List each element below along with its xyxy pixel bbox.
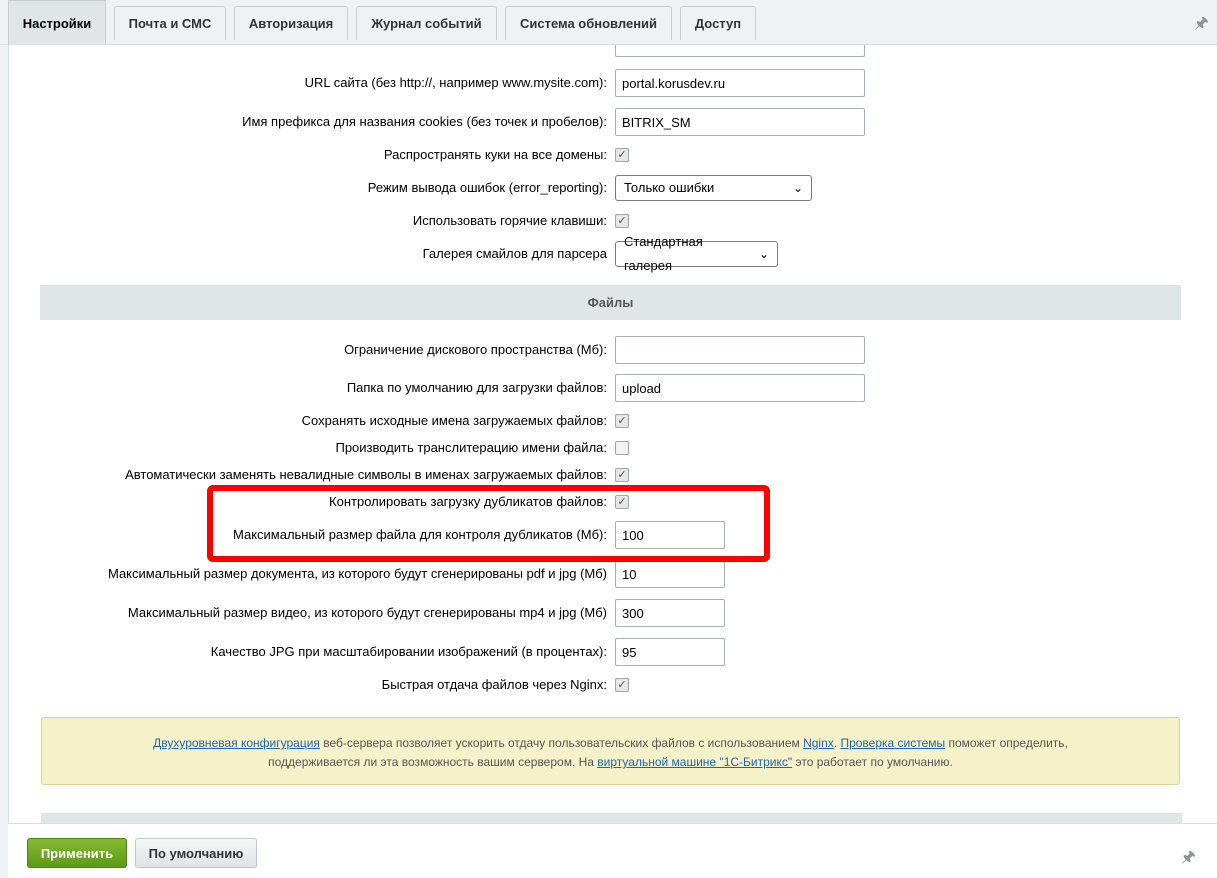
system-check-link[interactable]: Проверка системы bbox=[840, 736, 945, 750]
row-error-reporting: Режим вывода ошибок (error_reporting): Т… bbox=[9, 173, 1217, 203]
apply-button[interactable]: Применить bbox=[27, 838, 127, 868]
checkmark-icon: ✓ bbox=[617, 415, 627, 427]
smiles-gallery-select[interactable]: Стандартная галерея ⌄ bbox=[615, 234, 778, 273]
nginx-info-note: Двухуровневая конфигурация веб-сервера п… bbox=[41, 717, 1180, 785]
upload-dir-label: Папка по умолчанию для загрузки файлов: bbox=[346, 380, 607, 395]
tab-mail-sms[interactable]: Почта и СМС bbox=[114, 6, 226, 40]
bitrix-vm-link[interactable]: виртуальной машине "1С-Битрикс" bbox=[597, 755, 792, 769]
checkmark-icon: ✓ bbox=[617, 679, 627, 691]
translit-checkbox[interactable] bbox=[615, 441, 629, 455]
pin-icon[interactable]: 🖈 bbox=[1194, 12, 1209, 39]
row-upload-dir: Папка по умолчанию для загрузки файлов: bbox=[9, 373, 1217, 403]
smiles-gallery-label: Галерея смайлов для парсера bbox=[422, 246, 607, 261]
row-share-cookie: Распространять куки на все домены: ✓ bbox=[9, 140, 1217, 170]
doc-max-label: Максимальный размер документа, из которо… bbox=[107, 566, 607, 581]
cookie-prefix-label: Имя префикса для названия cookies (без т… bbox=[242, 114, 607, 129]
auto-replace-checkbox[interactable]: ✓ bbox=[615, 468, 629, 482]
keep-names-label: Сохранять исходные имена загружаемых фай… bbox=[301, 413, 607, 428]
row-jpg-quality: Качество JPG при масштабировании изображ… bbox=[9, 637, 1217, 667]
chevron-down-icon: ⌄ bbox=[758, 247, 769, 261]
default-button[interactable]: По умолчанию bbox=[135, 838, 257, 868]
row-nginx: Быстрая отдача файлов через Nginx: ✓ bbox=[9, 670, 1217, 700]
row-translit: Производить транслитерацию имени файла: bbox=[9, 433, 1217, 463]
cut-off-input[interactable] bbox=[615, 45, 865, 57]
jpg-quality-label: Качество JPG при масштабировании изображ… bbox=[210, 644, 607, 659]
note-text-1: веб-сервера позволяет ускорить отдачу по… bbox=[319, 736, 804, 750]
next-section-header bbox=[41, 813, 1182, 823]
row-hotkeys: Использовать горячие клавиши: ✓ bbox=[9, 206, 1217, 236]
nginx-checkbox[interactable]: ✓ bbox=[615, 678, 629, 692]
tab-update-system[interactable]: Система обновлений bbox=[505, 6, 672, 40]
settings-panel: URL сайта (без http://, например www.mys… bbox=[8, 45, 1217, 823]
row-disk-limit: Ограничение дискового пространства (Мб): bbox=[9, 335, 1217, 365]
tab-settings[interactable]: Настройки bbox=[8, 0, 106, 45]
disk-limit-label: Ограничение дискового пространства (Мб): bbox=[344, 342, 607, 357]
two-tier-config-link[interactable]: Двухуровневая конфигурация bbox=[153, 736, 320, 750]
row-doc-max: Максимальный размер документа, из которо… bbox=[9, 559, 1217, 589]
row-keep-names: Сохранять исходные имена загружаемых фай… bbox=[9, 406, 1217, 436]
checkmark-icon: ✓ bbox=[617, 149, 627, 161]
translit-label: Производить транслитерацию имени файла: bbox=[335, 440, 607, 455]
smiles-gallery-value: Стандартная галерея bbox=[624, 234, 703, 273]
error-reporting-value: Только ошибки bbox=[624, 180, 715, 195]
note-text-4: поддерживается ли эта возможность вашим … bbox=[268, 755, 598, 769]
error-reporting-select[interactable]: Только ошибки ⌄ bbox=[615, 175, 812, 201]
nginx-label: Быстрая отдача файлов через Nginx: bbox=[381, 677, 607, 692]
note-text-3: поможет определить, bbox=[945, 736, 1068, 750]
row-video-max: Максимальный размер видео, из которого б… bbox=[9, 598, 1217, 628]
checkmark-icon: ✓ bbox=[617, 469, 627, 481]
tab-bar: Настройки Почта и СМС Авторизация Журнал… bbox=[0, 0, 1217, 45]
video-max-label: Максимальный размер видео, из которого б… bbox=[127, 605, 607, 620]
disk-limit-input[interactable] bbox=[615, 336, 865, 364]
nginx-link[interactable]: Nginx bbox=[803, 736, 834, 750]
share-cookie-label: Распространять куки на все домены: bbox=[383, 147, 607, 162]
red-highlight-box bbox=[207, 485, 770, 562]
tab-access[interactable]: Доступ bbox=[680, 6, 756, 40]
section-files-header: Файлы bbox=[40, 285, 1181, 320]
cookie-prefix-input[interactable] bbox=[615, 108, 865, 136]
site-url-input[interactable] bbox=[615, 69, 865, 97]
row-site-url: URL сайта (без http://, например www.mys… bbox=[9, 68, 1217, 98]
tab-authorization[interactable]: Авторизация bbox=[234, 6, 348, 40]
jpg-quality-input[interactable] bbox=[615, 638, 725, 666]
hotkeys-label: Использовать горячие клавиши: bbox=[412, 213, 607, 228]
keep-names-checkbox[interactable]: ✓ bbox=[615, 414, 629, 428]
row-cookie-prefix: Имя префикса для названия cookies (без т… bbox=[9, 107, 1217, 137]
pin-icon[interactable]: 🖈 bbox=[1181, 846, 1196, 873]
share-cookie-checkbox[interactable]: ✓ bbox=[615, 148, 629, 162]
tab-event-log[interactable]: Журнал событий bbox=[356, 6, 497, 40]
chevron-down-icon: ⌄ bbox=[792, 181, 803, 195]
note-text-5: это работает по умолчанию. bbox=[792, 755, 953, 769]
video-max-input[interactable] bbox=[615, 599, 725, 627]
checkmark-icon: ✓ bbox=[617, 215, 627, 227]
upload-dir-input[interactable] bbox=[615, 374, 865, 402]
error-reporting-label: Режим вывода ошибок (error_reporting): bbox=[367, 180, 607, 195]
hotkeys-checkbox[interactable]: ✓ bbox=[615, 214, 629, 228]
doc-max-input[interactable] bbox=[615, 560, 725, 588]
footer-bar: Применить По умолчанию 🖈 bbox=[8, 823, 1217, 878]
row-smiles-gallery: Галерея смайлов для парсера Стандартная … bbox=[9, 234, 1217, 273]
site-url-label: URL сайта (без http://, например www.mys… bbox=[304, 75, 607, 90]
